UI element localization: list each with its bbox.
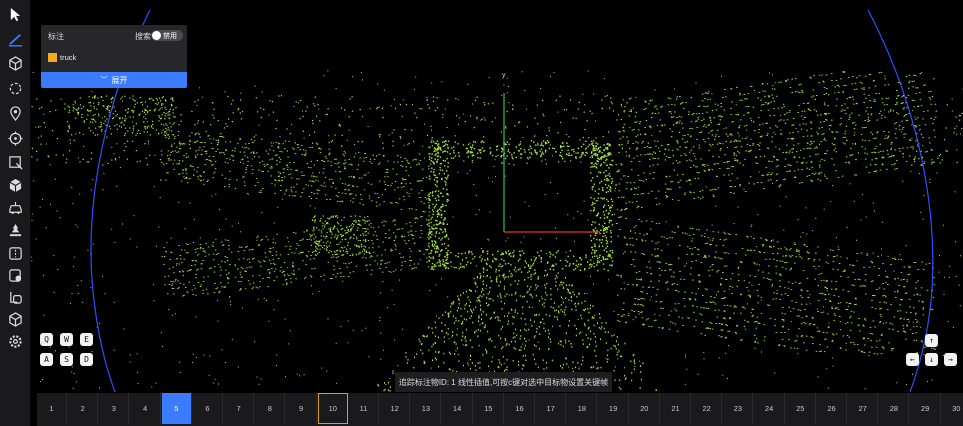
target-icon[interactable] [5, 128, 25, 148]
frame-24[interactable]: 24 [755, 393, 785, 424]
key-s-button[interactable]: S [60, 353, 73, 366]
settings-icon[interactable] [5, 331, 25, 351]
point-cloud [30, 70, 963, 392]
label-color-swatch [48, 52, 57, 62]
arrow-right-button[interactable]: → [944, 353, 957, 366]
chevron-down-icon: ﹀ [100, 77, 108, 84]
cube-icon[interactable] [5, 53, 25, 73]
frame-17[interactable]: 17 [536, 393, 567, 424]
frame-13[interactable]: 13 [411, 393, 442, 424]
frame-18[interactable]: 18 [567, 393, 598, 424]
frame-22[interactable]: 22 [692, 393, 723, 424]
left-toolbar [0, 0, 30, 426]
frame-27[interactable]: 27 [848, 393, 879, 424]
expand-button[interactable]: ﹀ 展开 [41, 72, 187, 88]
frame-timeline: 1 2 3 4 5 6 7 8 9 10 11 12 13 14 15 16 17 18 19 20 21 22 23 24 2… [37, 393, 963, 426]
y-axis-label: y [502, 72, 506, 79]
frame-19[interactable]: 19 [599, 393, 629, 424]
cube-outline-icon[interactable] [5, 309, 25, 329]
frame-icon[interactable] [5, 243, 25, 263]
panel-title: 标注 [48, 32, 64, 41]
toggle-knob [152, 31, 161, 40]
frame-14[interactable]: 14 [443, 393, 473, 424]
frame-8[interactable]: 8 [255, 393, 286, 424]
camera-icon[interactable] [5, 265, 25, 285]
frame-12[interactable]: 12 [380, 393, 411, 424]
frame-26[interactable]: 26 [817, 393, 847, 424]
frame-23[interactable]: 23 [723, 393, 754, 424]
annotation-app: y 标注 搜索 禁用 truck ﹀ 展开 Q W E A S D ↑ ← ↓ … [0, 0, 963, 426]
frame-29[interactable]: 29 [911, 393, 941, 424]
label-panel: 标注 搜索 禁用 truck ﹀ 展开 [41, 25, 187, 88]
frame-11[interactable]: 11 [349, 393, 379, 424]
polygon-icon[interactable] [5, 78, 25, 98]
frame-9[interactable]: 9 [287, 393, 317, 424]
line-icon[interactable] [5, 29, 25, 49]
expand-label: 展开 [111, 75, 128, 85]
pin-icon[interactable] [5, 103, 25, 123]
box-select-icon[interactable] [5, 152, 25, 172]
box3d-icon[interactable] [5, 175, 25, 195]
frame-28[interactable]: 28 [879, 393, 910, 424]
frame-2[interactable]: 2 [68, 393, 99, 424]
frame-3[interactable]: 3 [99, 393, 130, 424]
label-name: truck [60, 52, 77, 62]
search-toggle[interactable]: 禁用 [151, 30, 183, 41]
label-item-truck[interactable]: truck [48, 51, 76, 63]
frame-7[interactable]: 7 [224, 393, 255, 424]
frame-30[interactable]: 30 [942, 393, 963, 424]
key-d-button[interactable]: D [80, 353, 93, 366]
arrow-left-button[interactable]: ← [906, 353, 919, 366]
key-q-button[interactable]: Q [40, 333, 53, 346]
frame-4[interactable]: 4 [131, 393, 161, 424]
pointer-icon[interactable] [5, 4, 25, 24]
frame-21[interactable]: 21 [661, 393, 691, 424]
frame-6[interactable]: 6 [193, 393, 223, 424]
search-label: 搜索 [135, 32, 151, 41]
frame-1[interactable]: 1 [37, 393, 67, 424]
car-icon[interactable] [5, 198, 25, 218]
key-w-button[interactable]: W [60, 333, 73, 346]
frame-5[interactable]: 5 [161, 393, 192, 424]
frame-16[interactable]: 16 [505, 393, 535, 424]
key-e-button[interactable]: E [80, 333, 93, 346]
status-banner: 追踪标注物ID: 1 线性插值,可按c键对选中目标物设置关键帧 [395, 372, 612, 392]
tree-icon[interactable] [5, 220, 25, 240]
frame-10[interactable]: 10 [317, 393, 348, 424]
toggle-text: 禁用 [163, 33, 177, 40]
range-ring-right [867, 10, 934, 392]
frame-15[interactable]: 15 [474, 393, 504, 424]
frame-25[interactable]: 25 [786, 393, 816, 424]
arrow-up-button[interactable]: ↑ [925, 334, 938, 347]
copy-icon[interactable] [5, 287, 25, 307]
frame-20[interactable]: 20 [630, 393, 660, 424]
key-a-button[interactable]: A [40, 353, 53, 366]
arrow-down-button[interactable]: ↓ [925, 353, 938, 366]
